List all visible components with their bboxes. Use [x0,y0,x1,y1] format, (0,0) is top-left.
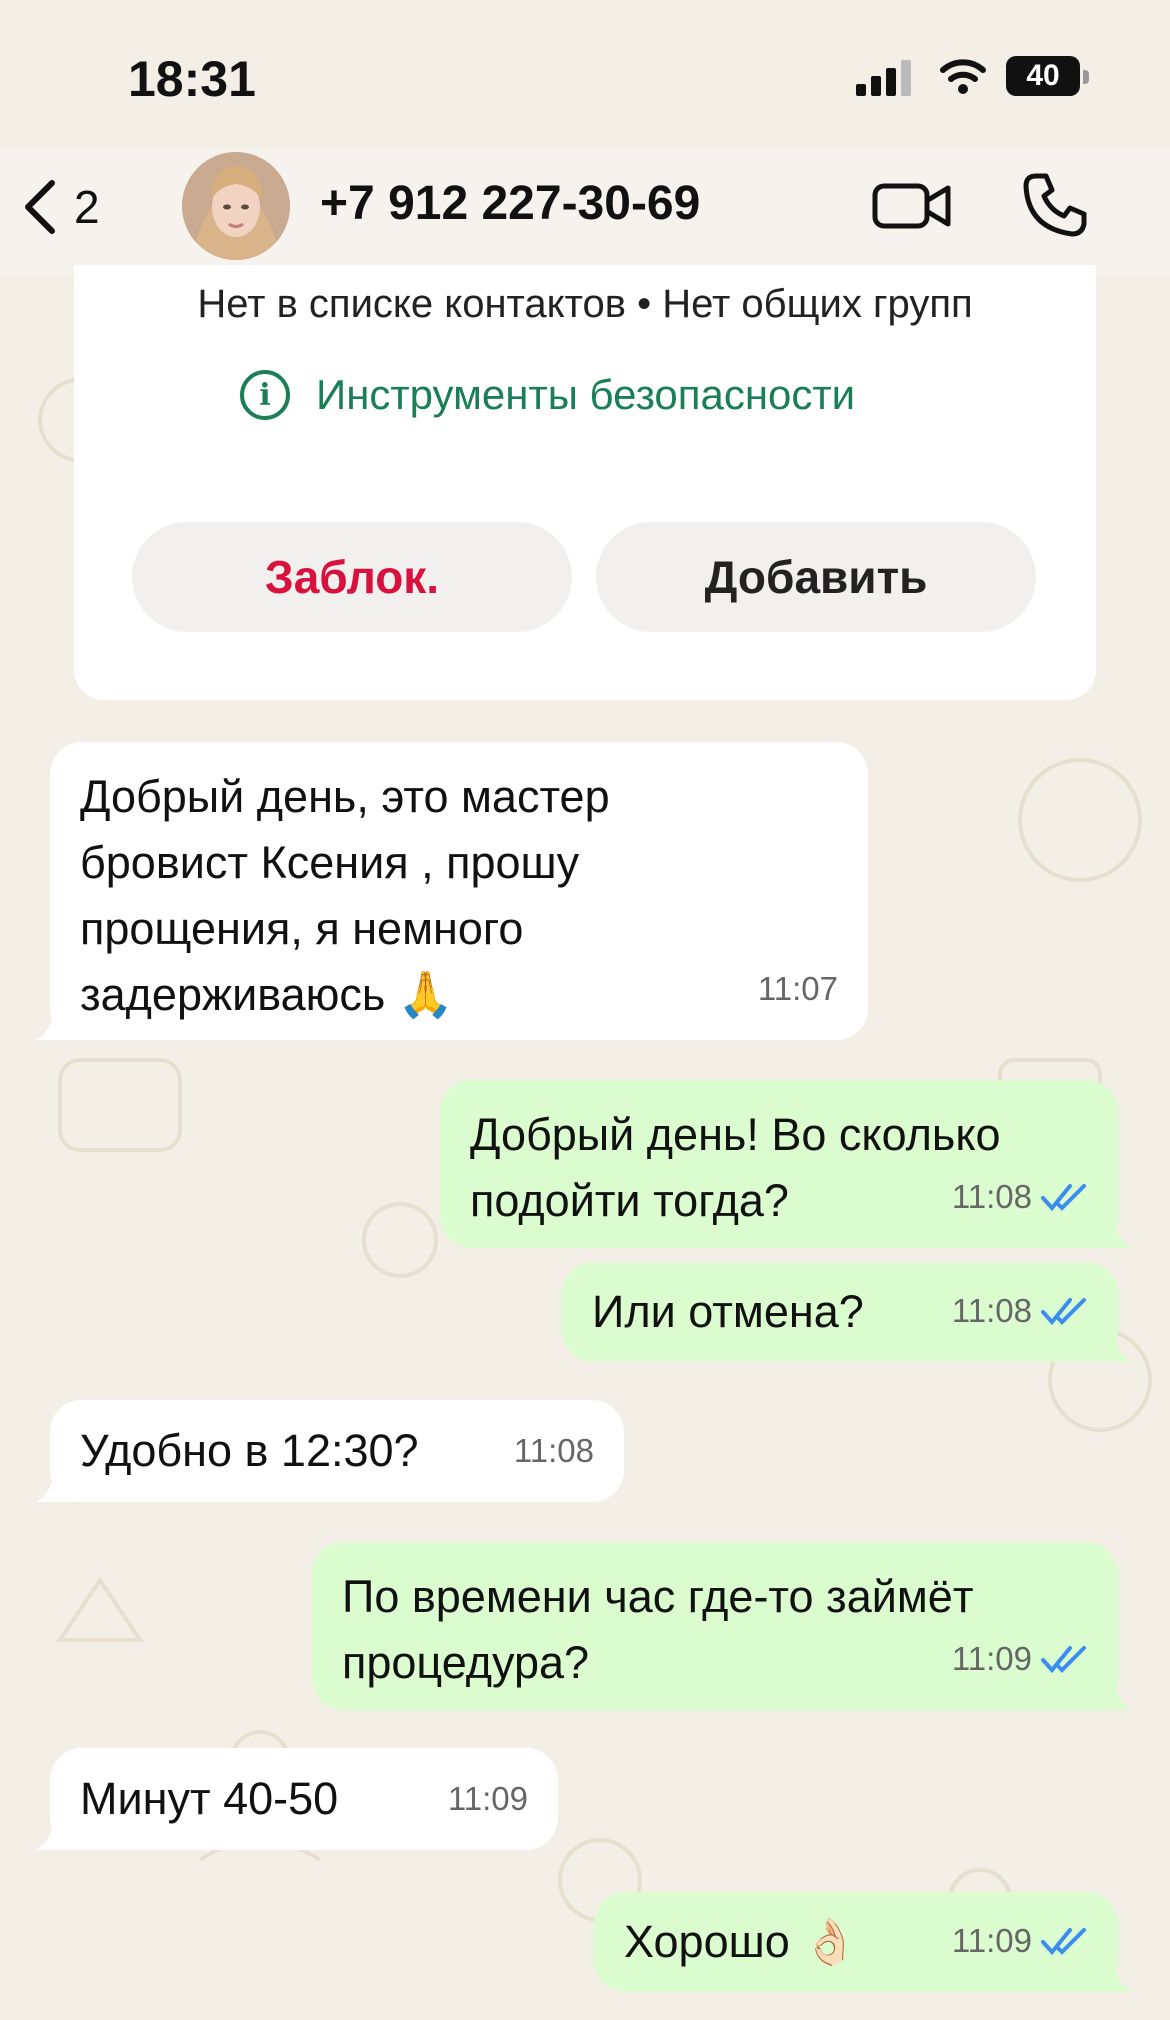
message-meta: 11:09 [952,1908,1088,1974]
unread-count: 2 [74,181,100,233]
bubble-tail [36,1810,76,1850]
block-button[interactable]: Заблок. [132,522,572,632]
bubble-tail [1092,1322,1132,1362]
message-meta: 11:08 [952,1278,1088,1344]
safety-tools-link[interactable]: i Инструменты безопасности [240,370,855,420]
message-outgoing[interactable]: По времени час где-то займёт процедура? … [312,1542,1132,1710]
double-check-icon [1041,1646,1086,1674]
safety-tools-label: Инструменты безопасности [316,371,856,418]
status-bar: 18:31 40 [0,0,1170,150]
message-meta: 11:09 [448,1766,528,1832]
bubble-tail [36,1000,76,1040]
bubble-tail [1092,1208,1132,1248]
back-chevron-icon [25,180,55,234]
message-time: 11:08 [951,1178,1032,1215]
message-incoming[interactable]: Удобно в 12:30? 11:08 [36,1400,624,1502]
bubble-tail [36,1462,76,1502]
message-incoming[interactable]: Минут 40-50 11:09 [36,1748,558,1850]
message-outgoing[interactable]: Или отмена? 11:08 [562,1262,1132,1362]
message-outgoing[interactable]: Добрый день! Во сколько подойти тогда? 1… [440,1080,1132,1248]
message-text: Добрый день, это мастер бровист Ксения ,… [80,771,610,1020]
message-time: 11:07 [757,970,838,1007]
battery-cap [1083,70,1089,84]
avatar-image [182,152,290,260]
double-check-icon [1041,1928,1086,1956]
bubble-tail [1092,1952,1132,1992]
message-time: 11:09 [951,1922,1032,1959]
contact-status-text: Нет в списке контактов • Нет общих групп [197,282,973,326]
message-meta: 11:08 [514,1418,594,1484]
contact-name[interactable]: +7 912 227-30-69 [320,176,700,231]
status-time: 18:31 [128,51,256,107]
back-button[interactable]: 2 [20,172,120,242]
unknown-contact-card [74,265,1096,700]
message-time: 11:09 [447,1780,528,1817]
avatar[interactable] [182,152,290,260]
double-check-icon [1041,1184,1086,1212]
message-time: 11:08 [951,1292,1032,1329]
message-outgoing[interactable]: Хорошо 👌🏻 11:09 [594,1892,1132,1992]
message-time: 11:09 [951,1640,1032,1677]
message-time: 11:08 [513,1432,594,1469]
battery-indicator: 40 [1006,56,1080,96]
signal-icon [856,60,911,96]
message-incoming[interactable]: Добрый день, это мастер бровист Ксения ,… [36,742,868,1040]
add-contact-button[interactable]: Добавить [596,522,1036,632]
bubble-tail [1092,1670,1132,1710]
message-meta: 11:09 [952,1626,1088,1692]
video-call-icon[interactable] [872,178,952,234]
double-check-icon [1041,1298,1086,1326]
info-icon: i [240,370,290,420]
message-meta: 11:07 [758,956,838,1022]
phone-icon[interactable] [1022,172,1088,238]
wifi-icon [940,59,986,94]
message-meta: 11:08 [952,1164,1088,1230]
